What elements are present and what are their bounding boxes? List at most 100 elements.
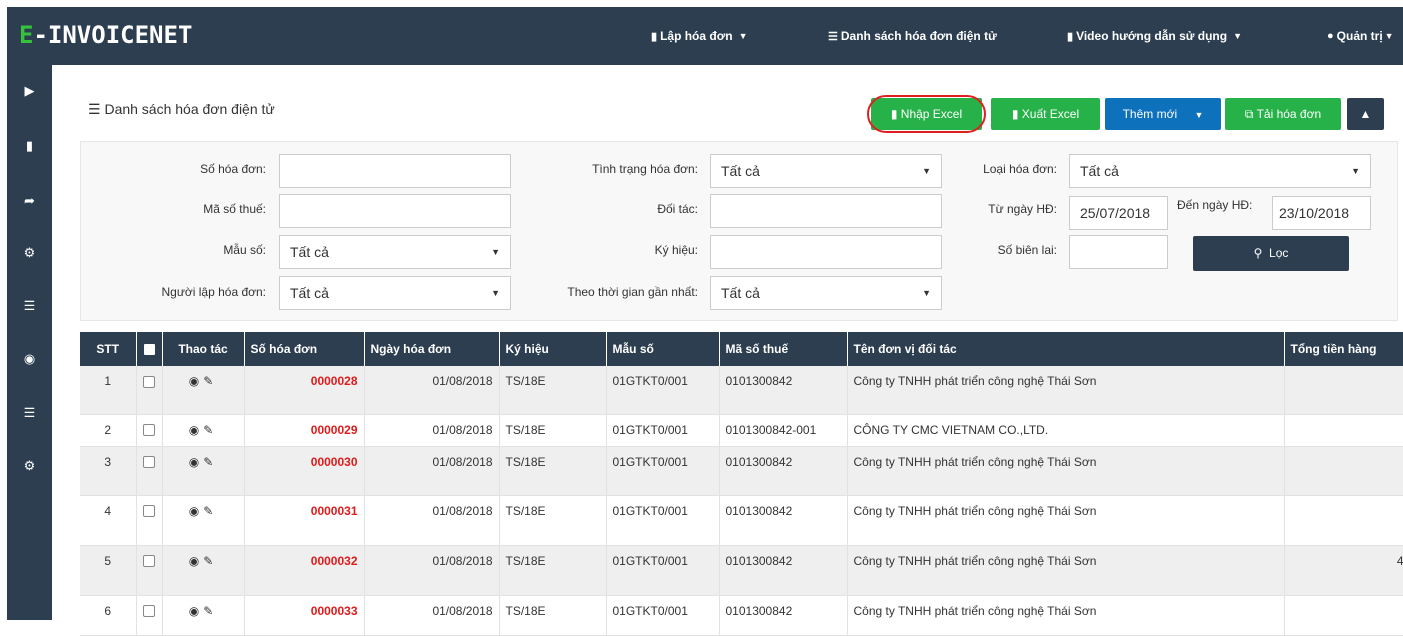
row-date: 01/08/2018 — [364, 495, 500, 546]
row-symbol: TS/18E — [499, 446, 607, 496]
col-header-invoice-date[interactable]: Ngày hóa đơn — [364, 332, 500, 366]
row-checkbox[interactable] — [136, 366, 163, 415]
row-template: 01GTKT0/001 — [606, 366, 720, 415]
tax-code-input[interactable] — [279, 194, 511, 228]
share-icon[interactable]: ➦ — [7, 193, 52, 209]
row-tax-code: 0101300842 — [719, 495, 848, 546]
page-title: ☰ Danh sách hóa đơn điện tử — [88, 101, 275, 117]
row-checkbox[interactable] — [136, 414, 163, 447]
caret-down-icon: ▼ — [1194, 110, 1204, 120]
row-tax-code: 0101300842-001 — [719, 414, 848, 447]
symbol-input[interactable] — [710, 235, 942, 269]
col-header-total[interactable]: Tổng tiền hàng — [1284, 332, 1403, 366]
partner-input[interactable] — [710, 194, 942, 228]
nav-admin[interactable]: ● Quản trị ▼ — [1327, 7, 1394, 65]
nav-label: Danh sách hóa đơn điện tử — [840, 29, 997, 43]
table-row[interactable]: 2 ◉✎ 0000029 01/08/2018 TS/18E 01GTKT0/0… — [80, 414, 1403, 447]
table-row[interactable]: 3 ◉✎ 0000030 01/08/2018 TS/18E 01GTKT0/0… — [80, 446, 1403, 496]
view-icon[interactable]: ◉ — [189, 604, 203, 618]
row-checkbox[interactable] — [136, 495, 163, 546]
list-icon[interactable]: ☰ — [7, 298, 52, 314]
row-total — [1284, 366, 1403, 415]
row-invoice-no[interactable]: 0000029 — [244, 414, 365, 447]
col-header-symbol[interactable]: Ký hiệu — [499, 332, 607, 366]
invoice-type-label: Loại hóa đơn: — [983, 162, 1057, 176]
edit-icon[interactable]: ✎ — [203, 604, 217, 618]
edit-icon[interactable]: ✎ — [203, 423, 217, 437]
edit-icon[interactable]: ✎ — [203, 504, 217, 518]
highlight-circle — [867, 95, 986, 133]
list-icon[interactable]: ☰ — [7, 405, 52, 421]
col-header-stt[interactable]: STT — [80, 332, 137, 366]
row-actions: ◉✎ — [162, 366, 245, 415]
row-total: 4 — [1284, 545, 1403, 596]
users-icon[interactable]: ◉ — [7, 351, 52, 367]
row-actions: ◉✎ — [162, 414, 245, 447]
dropdown-arrow-icon: ▼ — [491, 247, 500, 257]
invoice-type-select[interactable]: Tất cả ▼ — [1069, 154, 1371, 188]
table-row[interactable]: 5 ◉✎ 0000032 01/08/2018 TS/18E 01GTKT0/0… — [80, 545, 1403, 596]
caret-down-icon: ▼ — [1384, 31, 1394, 41]
caret-down-icon: ▼ — [738, 31, 748, 41]
row-invoice-no[interactable]: 0000031 — [244, 495, 365, 546]
row-invoice-no[interactable]: 0000032 — [244, 545, 365, 596]
row-invoice-no[interactable]: 0000028 — [244, 366, 365, 415]
col-header-invoice-no[interactable]: Số hóa đơn — [244, 332, 365, 366]
row-checkbox[interactable] — [136, 545, 163, 596]
row-checkbox[interactable] — [136, 446, 163, 496]
row-checkbox[interactable] — [136, 595, 163, 636]
invoice-no-input[interactable] — [279, 154, 511, 188]
view-icon[interactable]: ◉ — [189, 455, 203, 469]
table-row[interactable]: 6 ◉✎ 0000033 01/08/2018 TS/18E 01GTKT0/0… — [80, 595, 1403, 636]
app-logo[interactable]: E-INVOICENET — [19, 21, 192, 49]
receipt-no-input[interactable] — [1069, 235, 1168, 269]
caret-down-icon: ▼ — [1233, 31, 1243, 41]
file-icon[interactable]: ▮ — [7, 138, 52, 154]
top-navbar: E-INVOICENET ▮ Lập hóa đơn ▼ ☰ Danh sách… — [7, 7, 1403, 65]
edit-icon[interactable]: ✎ — [203, 554, 217, 568]
view-icon[interactable]: ◉ — [189, 423, 203, 437]
row-invoice-no[interactable]: 0000030 — [244, 446, 365, 496]
creator-select[interactable]: Tất cả ▼ — [279, 276, 511, 310]
template-select[interactable]: Tất cả ▼ — [279, 235, 511, 269]
recent-time-select[interactable]: Tất cả ▼ — [710, 276, 942, 310]
symbol-label: Ký hiệu: — [654, 243, 698, 257]
collapse-button[interactable]: ▲ — [1347, 98, 1384, 130]
col-header-actions[interactable]: Thao tác — [162, 332, 245, 366]
row-symbol: TS/18E — [499, 414, 607, 447]
cogs-icon[interactable]: ⚙ — [7, 245, 52, 261]
row-partner: Công ty TNHH phát triển công nghệ Thái S… — [847, 595, 1285, 636]
table-row[interactable]: 4 ◉✎ 0000031 01/08/2018 TS/18E 01GTKT0/0… — [80, 495, 1403, 546]
view-icon[interactable]: ◉ — [189, 374, 203, 388]
nav-video-guide[interactable]: ▮ Video hướng dẫn sử dụng ▼ — [1067, 7, 1242, 65]
row-stt: 4 — [80, 495, 137, 546]
download-invoice-button[interactable]: ⧉ Tải hóa đơn — [1225, 98, 1341, 130]
export-excel-button[interactable]: ▮ Xuất Excel — [991, 98, 1100, 130]
cogs-icon[interactable]: ⚙ — [7, 458, 52, 474]
row-date: 01/08/2018 — [364, 595, 500, 636]
nav-invoice-list[interactable]: ☰ Danh sách hóa đơn điện tử — [828, 7, 997, 65]
select-all-checkbox[interactable] — [136, 332, 163, 366]
row-invoice-no[interactable]: 0000033 — [244, 595, 365, 636]
col-header-partner[interactable]: Tên đơn vị đối tác — [847, 332, 1285, 366]
filter-button[interactable]: ⚲ Lọc — [1193, 236, 1349, 271]
search-icon: ⚲ — [1253, 246, 1263, 260]
table-row[interactable]: 1 ◉✎ 0000028 01/08/2018 TS/18E 01GTKT0/0… — [80, 366, 1403, 415]
edit-icon[interactable]: ✎ — [203, 455, 217, 469]
col-header-tax-code[interactable]: Mã số thuế — [719, 332, 848, 366]
add-new-button[interactable]: Thêm mới ▼ — [1105, 98, 1221, 130]
from-date-input[interactable]: 25/07/2018 — [1069, 196, 1168, 230]
view-icon[interactable]: ◉ — [189, 554, 203, 568]
nav-create-invoice[interactable]: ▮ Lập hóa đơn ▼ — [651, 7, 748, 65]
row-partner: CÔNG TY CMC VIETNAM CO.,LTD. — [847, 414, 1285, 447]
status-select[interactable]: Tất cả ▼ — [710, 154, 942, 188]
play-icon[interactable]: ▶ — [7, 83, 52, 99]
view-icon[interactable]: ◉ — [189, 504, 203, 518]
row-template: 01GTKT0/001 — [606, 446, 720, 496]
edit-icon[interactable]: ✎ — [203, 374, 217, 388]
row-stt: 5 — [80, 545, 137, 596]
col-header-template[interactable]: Mẫu số — [606, 332, 720, 366]
row-symbol: TS/18E — [499, 545, 607, 596]
row-total — [1284, 595, 1403, 636]
to-date-input[interactable]: 23/10/2018 — [1272, 196, 1371, 230]
